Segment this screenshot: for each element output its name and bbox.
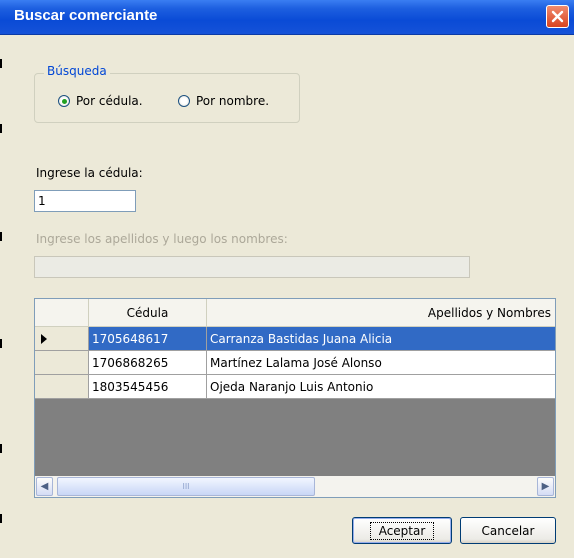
nombres-input[interactable] <box>34 256 470 278</box>
scroll-right-arrow-icon: ▶ <box>541 481 550 492</box>
radio-checked-icon <box>58 95 70 107</box>
cell-cedula[interactable]: 1803545456 <box>89 375 207 399</box>
cedula-input[interactable] <box>34 190 136 212</box>
column-header-cedula[interactable]: Cédula <box>89 299 207 326</box>
radio-unchecked-icon <box>178 95 190 107</box>
table-row[interactable]: 1705648617 Carranza Bastidas Juana Alici… <box>35 327 555 351</box>
cancel-button-label: Cancelar <box>481 523 535 538</box>
nombres-label: Ingrese los apellidos y luego los nombre… <box>36 232 288 246</box>
scroll-right-button[interactable]: ▶ <box>537 477 554 496</box>
row-header[interactable] <box>35 327 89 351</box>
scroll-left-arrow-icon: ◀ <box>40 481 49 492</box>
accept-button-label: Aceptar <box>369 521 435 540</box>
radio-label: Por nombre. <box>196 94 270 108</box>
radio-por-nombre[interactable]: Por nombre. <box>178 94 269 108</box>
radio-por-cedula[interactable]: Por cédula. <box>58 94 143 108</box>
table-row[interactable]: 1803545456 Ojeda Naranjo Luis Antonio <box>35 375 555 399</box>
row-header[interactable] <box>35 351 89 375</box>
cedula-label: Ingrese la cédula: <box>36 166 143 180</box>
row-header[interactable] <box>35 375 89 399</box>
table-row[interactable]: 1706868265 Martínez Lalama José Alonso <box>35 351 555 375</box>
close-button[interactable] <box>546 5 569 28</box>
close-icon <box>551 10 564 23</box>
title-bar: Buscar comerciante <box>0 0 574 35</box>
search-group-legend: Búsqueda <box>44 64 110 78</box>
current-row-arrow-icon <box>41 334 47 344</box>
grid-header: Cédula Apellidos y Nombres <box>35 299 555 327</box>
scroll-left-button[interactable]: ◀ <box>36 477 53 496</box>
cell-nombres[interactable]: Martínez Lalama José Alonso <box>207 351 555 375</box>
thumb-grip: III <box>182 482 190 491</box>
horizontal-scrollbar[interactable]: ◀ III ▶ <box>35 476 555 497</box>
radio-label: Por cédula. <box>76 94 143 108</box>
results-grid: Cédula Apellidos y Nombres 1705648617 Ca… <box>34 298 556 498</box>
cell-nombres[interactable]: Carranza Bastidas Juana Alicia <box>207 327 555 351</box>
row-header-corner <box>35 299 89 326</box>
window-left-edge <box>0 34 8 558</box>
cell-nombres[interactable]: Ojeda Naranjo Luis Antonio <box>207 375 555 399</box>
cell-cedula[interactable]: 1705648617 <box>89 327 207 351</box>
column-header-nombres[interactable]: Apellidos y Nombres <box>207 299 555 326</box>
cell-cedula[interactable]: 1706868265 <box>89 351 207 375</box>
window-title: Buscar comerciante <box>14 7 158 24</box>
accept-button[interactable]: Aceptar <box>352 517 452 544</box>
cancel-button[interactable]: Cancelar <box>460 517 556 544</box>
scroll-thumb[interactable]: III <box>57 477 315 496</box>
